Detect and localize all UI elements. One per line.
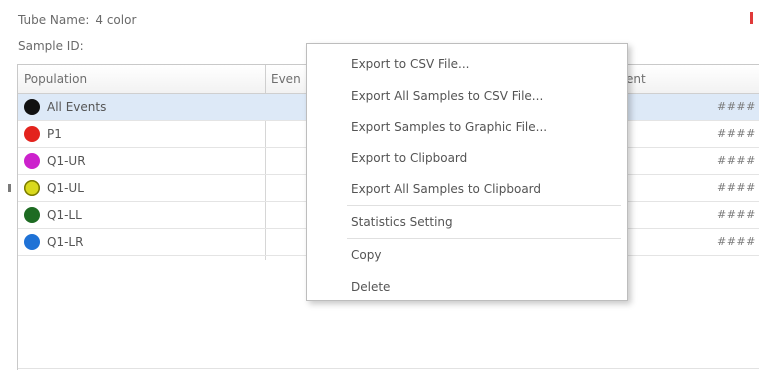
parent-percent-value: #### — [717, 235, 756, 248]
delete-item[interactable]: Delete — [307, 271, 627, 303]
population-name: P1 — [47, 127, 62, 141]
menu-item-label: Copy — [351, 248, 382, 262]
export-all-csv-item[interactable]: Export All Samples to CSV File... — [307, 80, 627, 112]
population-color-icon — [24, 99, 40, 115]
sample-id-label: Sample ID: — [18, 39, 84, 53]
sample-id-line: Sample ID: — [18, 39, 90, 53]
context-menu: Export to CSV File... Export All Samples … — [306, 43, 628, 301]
parent-percent-value: #### — [717, 154, 756, 167]
table-bottom-border — [18, 368, 759, 369]
column-header-population[interactable]: Population — [24, 72, 87, 86]
row-pointer-icon — [8, 184, 11, 192]
menu-item-label: Export to CSV File... — [351, 57, 470, 71]
red-marker — [750, 12, 753, 24]
population-name: Q1-LR — [47, 235, 84, 249]
tube-name-value: 4 color — [95, 13, 137, 27]
population-name: Q1-LL — [47, 208, 82, 222]
menu-item-label: Export to Clipboard — [351, 151, 468, 165]
menu-item-label: Statistics Setting — [351, 215, 453, 229]
copy-item[interactable]: Copy — [307, 239, 627, 271]
column-divider[interactable] — [265, 65, 266, 94]
parent-percent-value: #### — [717, 208, 756, 221]
statistics-setting-item[interactable]: Statistics Setting — [307, 206, 627, 238]
menu-item-label: Delete — [351, 280, 391, 294]
menu-item-label: Export All Samples to CSV File... — [351, 89, 544, 103]
population-color-icon — [24, 126, 40, 142]
column-header-events[interactable]: Even — [271, 72, 301, 86]
menu-item-label: Export All Samples to Clipboard — [351, 182, 542, 196]
parent-percent-value: #### — [717, 100, 756, 113]
parent-percent-value: #### — [717, 127, 756, 140]
population-color-icon — [24, 180, 40, 196]
export-all-clipboard-item[interactable]: Export All Samples to Clipboard — [307, 173, 627, 205]
population-color-icon — [24, 207, 40, 223]
export-graphic-item[interactable]: Export Samples to Graphic File... — [307, 111, 627, 143]
population-name: All Events — [47, 100, 107, 114]
population-color-icon — [24, 234, 40, 250]
population-color-icon — [24, 153, 40, 169]
parent-percent-value: #### — [717, 181, 756, 194]
population-name: Q1-UL — [47, 181, 84, 195]
menu-item-label: Export Samples to Graphic File... — [351, 120, 548, 134]
menu-separator — [347, 238, 621, 239]
export-clipboard-item[interactable]: Export to Clipboard — [307, 142, 627, 174]
population-name: Q1-UR — [47, 154, 86, 168]
tube-name-line: Tube Name: 4 color — [18, 13, 136, 27]
export-csv-item[interactable]: Export to CSV File... — [307, 48, 627, 80]
menu-separator — [347, 205, 621, 206]
tube-name-label: Tube Name: — [18, 13, 90, 27]
